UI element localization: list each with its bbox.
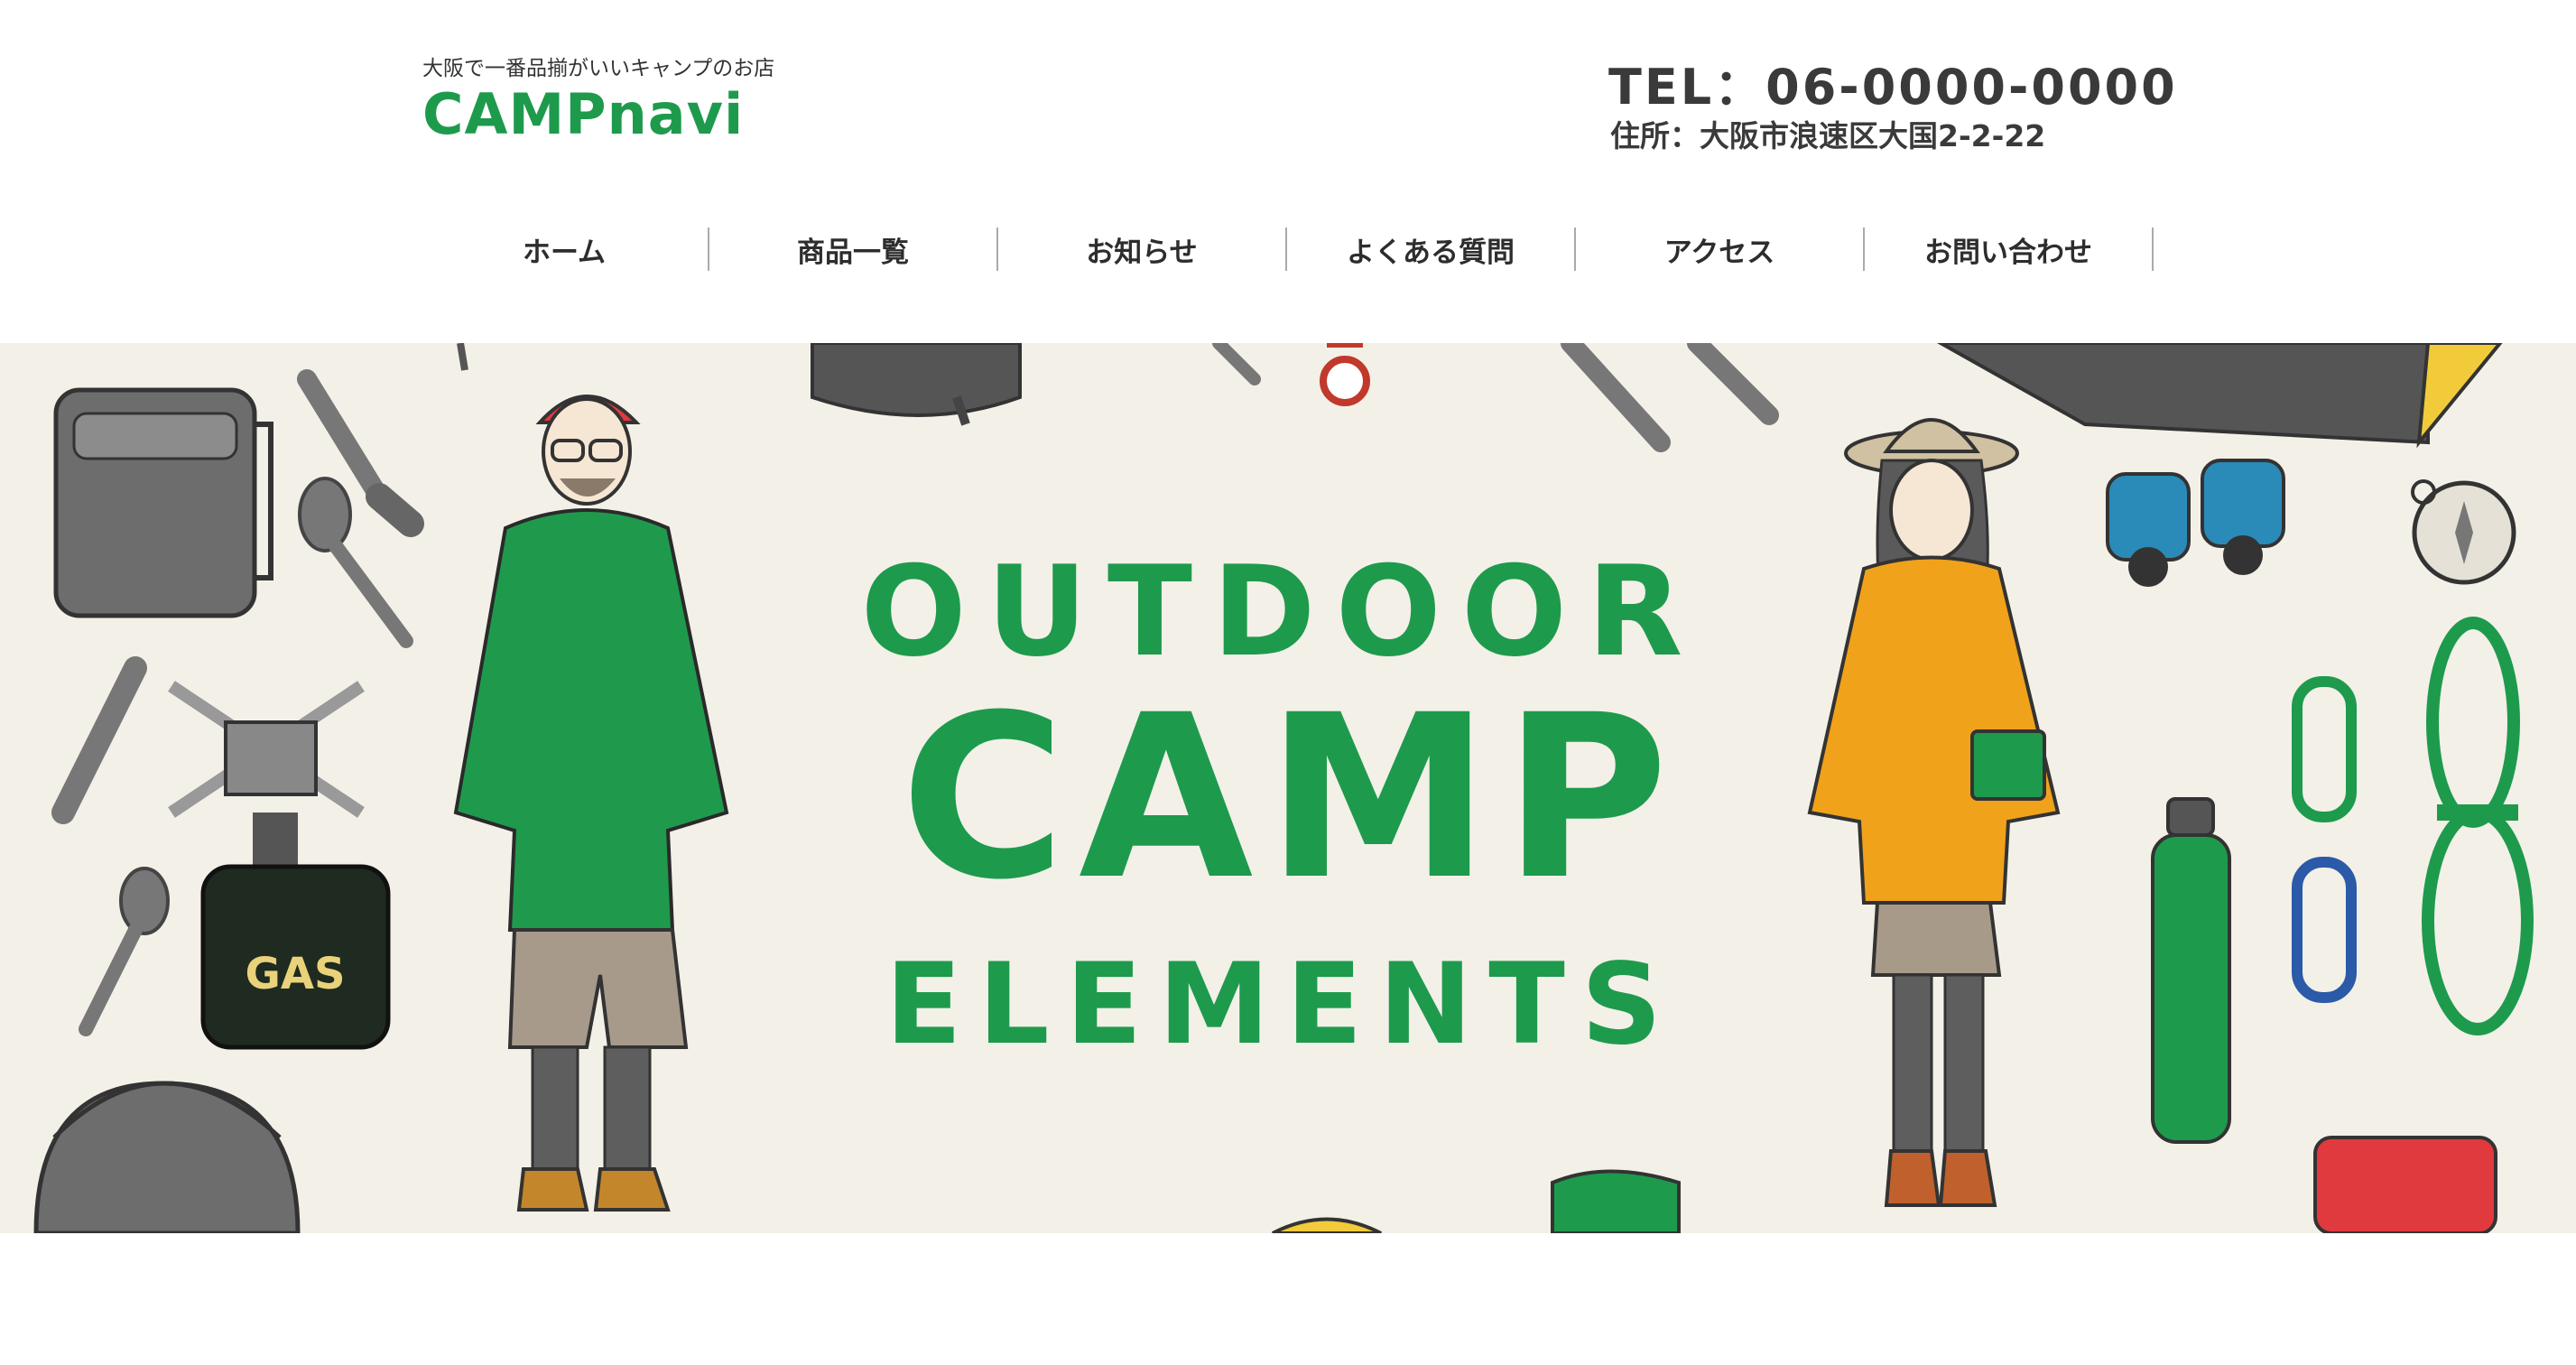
nav-item-products[interactable]: 商品一覧 bbox=[709, 228, 998, 271]
global-nav: ホーム 商品一覧 お知らせ よくある質問 アクセス お問い合わせ bbox=[421, 228, 2154, 271]
red-box-icon bbox=[2313, 1136, 2497, 1233]
nav-item-news[interactable]: お知らせ bbox=[998, 228, 1287, 271]
hero-title-line2: CAMP bbox=[901, 666, 1682, 929]
nav-item-faq[interactable]: よくある質問 bbox=[1287, 228, 1576, 271]
shop-address: 住所：大阪市浪速区大国2-2-22 bbox=[1610, 118, 2046, 153]
water-bottle-icon bbox=[2151, 797, 2231, 1144]
nav-item-contact[interactable]: お問い合わせ bbox=[1865, 228, 2154, 271]
compass-icon bbox=[2411, 479, 2516, 585]
nav-item-home[interactable]: ホーム bbox=[421, 228, 709, 271]
hero-title-line1: OUTDOOR bbox=[861, 539, 1703, 684]
phone-number[interactable]: TEL：06-0000-0000 bbox=[1608, 47, 2178, 118]
nav-item-access[interactable]: アクセス bbox=[1576, 228, 1865, 271]
hero-illustration: GAS OUTDOOR CAMP ELEMENTS bbox=[0, 343, 2576, 1233]
gas-label: GAS bbox=[245, 949, 345, 999]
mess-tin-icon bbox=[53, 387, 273, 618]
site-logo[interactable]: CAMPnavi bbox=[422, 81, 744, 147]
hero-title-line3: ELEMENTS bbox=[885, 940, 1678, 1070]
shop-tagline: 大阪で一番品揃がいいキャンプのお店 bbox=[422, 57, 775, 80]
hero-banner: GAS OUTDOOR CAMP ELEMENTS bbox=[0, 343, 2576, 1233]
page-bottom-space bbox=[0, 1233, 2576, 1365]
